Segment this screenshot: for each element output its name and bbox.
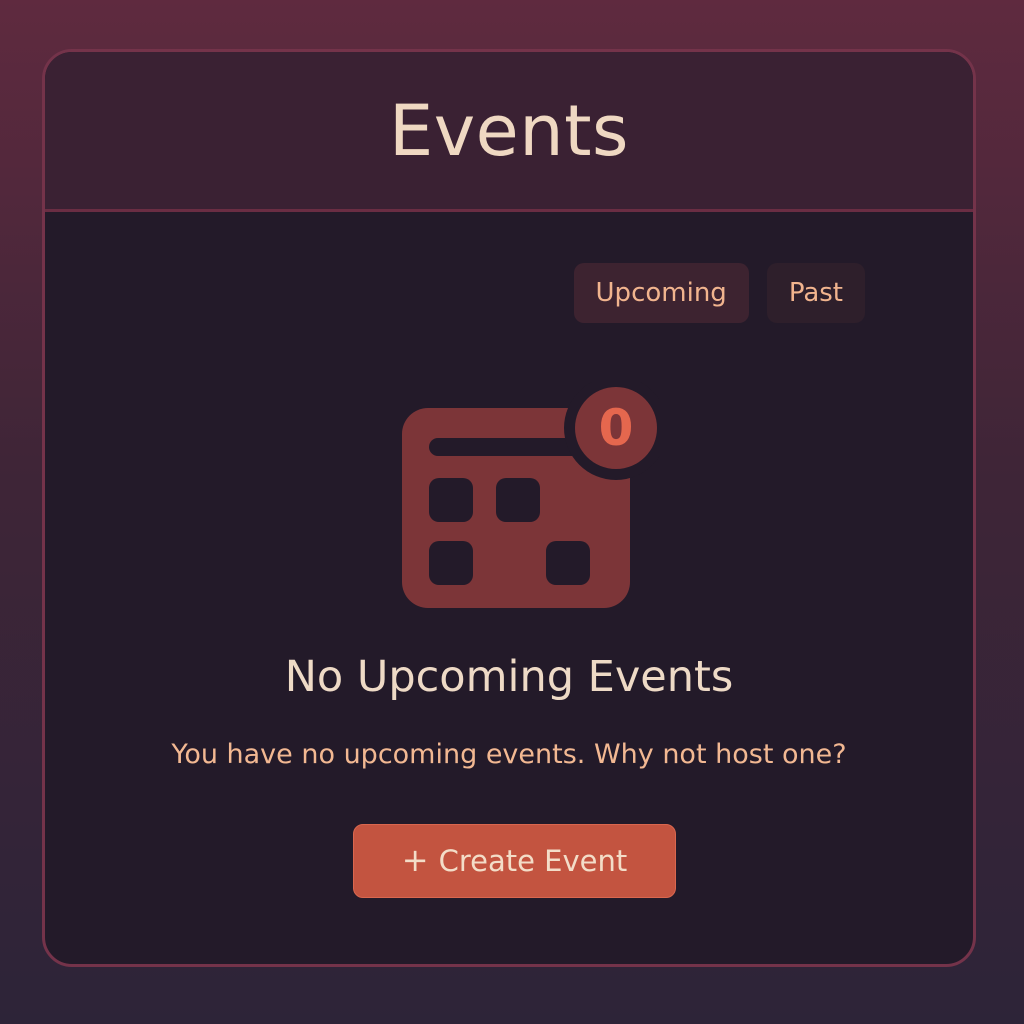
badge-count: 0 bbox=[599, 399, 634, 457]
tab-bar: Upcoming Past bbox=[573, 263, 865, 323]
tab-upcoming[interactable]: Upcoming bbox=[573, 263, 749, 323]
calendar-icon: 0 bbox=[402, 382, 660, 608]
events-card: Events Upcoming Past 0 No Upcoming Event… bbox=[42, 49, 976, 967]
plus-icon: + bbox=[401, 841, 429, 879]
empty-state-subtitle: You have no upcoming events. Why not hos… bbox=[171, 739, 847, 770]
empty-state-title: No Upcoming Events bbox=[284, 652, 734, 702]
create-event-button[interactable]: + Create Event bbox=[353, 824, 676, 898]
page-title: Events bbox=[388, 89, 629, 172]
tab-past[interactable]: Past bbox=[766, 263, 865, 323]
create-event-label: Create Event bbox=[438, 844, 628, 878]
header: Events bbox=[45, 52, 973, 212]
